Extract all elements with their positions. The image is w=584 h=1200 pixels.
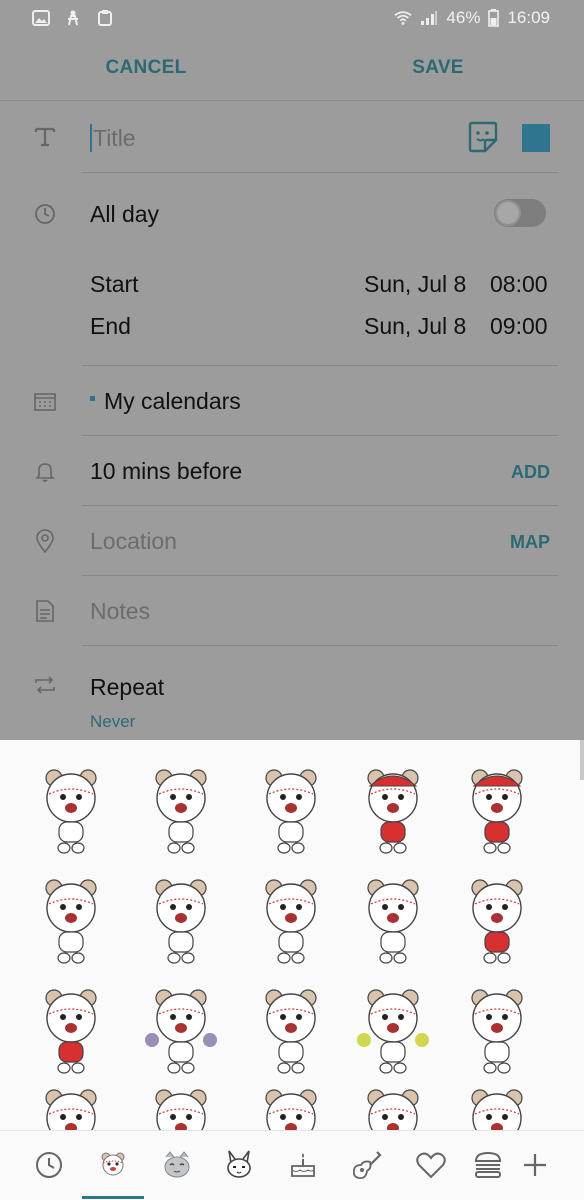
start-date[interactable]: Sun, Jul 8 <box>364 271 466 298</box>
clock-icon <box>30 199 60 229</box>
clipboard-notification-icon <box>98 10 112 26</box>
bear-shocked-gloom-sticker[interactable] <box>140 984 222 1084</box>
title-input[interactable]: Title <box>93 125 136 152</box>
scrollbar[interactable] <box>580 740 584 780</box>
bear-angry-burst-sticker[interactable] <box>30 874 112 974</box>
bear-dancing-sticker[interactable] <box>456 874 538 974</box>
end-label: End <box>90 313 131 339</box>
cake-pack-icon[interactable] <box>278 1141 328 1189</box>
bell-icon <box>30 456 60 486</box>
bear-laughing-sticker[interactable] <box>140 874 222 974</box>
location-pin-icon <box>30 526 60 556</box>
calendar-color-dot <box>90 396 95 401</box>
sticker-grid <box>0 740 584 1130</box>
bear-reindeer-sticker[interactable] <box>352 1084 434 1130</box>
time-section: All day Start Sun, Jul 8 08:00 End Sun, … <box>0 173 584 353</box>
bear-christmas-tree-sticker[interactable] <box>250 1084 332 1130</box>
map-button[interactable]: MAP <box>510 532 550 553</box>
sticker-tab-bar <box>0 1130 584 1200</box>
bear-crying-sticker[interactable] <box>30 984 112 1084</box>
bear-jumping-sticker[interactable] <box>250 874 332 974</box>
calendar-icon <box>30 386 60 416</box>
battery-icon <box>488 9 500 27</box>
recent-icon[interactable] <box>24 1141 74 1189</box>
status-bar: 46% 16:09 <box>0 0 584 36</box>
end-date[interactable]: Sun, Jul 8 <box>364 313 466 340</box>
repeat-value: Never <box>90 712 136 731</box>
bear-winking-sticker[interactable] <box>30 1084 112 1130</box>
repeat-icon <box>30 670 60 700</box>
start-time[interactable]: 08:00 <box>490 271 548 298</box>
bear-red-cap-cheering-sticker[interactable] <box>456 764 538 864</box>
location-input[interactable]: Location <box>90 528 177 555</box>
sticker-icon[interactable] <box>466 120 500 154</box>
text-icon <box>30 121 60 151</box>
bear-sneaking-sticker[interactable] <box>456 984 538 1084</box>
notes-row: Notes <box>0 576 584 646</box>
clock: 16:09 <box>507 8 550 27</box>
signal-icon <box>421 11 438 25</box>
repeat-label: Repeat <box>90 674 165 700</box>
bear-waving-sticker[interactable] <box>30 764 112 864</box>
reminder-label[interactable]: 10 mins before <box>90 458 242 485</box>
heart-pack-icon[interactable] <box>406 1141 456 1189</box>
wifi-icon <box>394 11 413 25</box>
person-notification-icon <box>68 10 78 26</box>
notes-icon <box>30 596 60 626</box>
bear-chef-sticker[interactable] <box>140 764 222 864</box>
end-time[interactable]: 09:00 <box>490 313 548 340</box>
bunny-pack-icon[interactable] <box>214 1141 264 1189</box>
all-day-toggle[interactable] <box>494 199 546 227</box>
burger-pack-icon[interactable] <box>470 1141 506 1189</box>
save-button[interactable]: SAVE <box>292 57 584 79</box>
add-icon[interactable] <box>510 1141 560 1189</box>
bear-grinning-sticker[interactable] <box>352 874 434 974</box>
battery-percent: 46% <box>446 8 481 27</box>
bear-teary-sticker[interactable] <box>140 1084 222 1130</box>
start-label: Start <box>90 271 139 297</box>
repeat-row[interactable]: Repeat Never <box>0 646 584 740</box>
all-day-label: All day <box>90 201 160 227</box>
add-reminder-button[interactable]: ADD <box>511 462 550 483</box>
reminder-row: 10 mins before ADD <box>0 436 584 506</box>
event-color-button[interactable] <box>522 124 550 152</box>
toggle-knob <box>495 200 521 226</box>
bear-hearts-sticker[interactable] <box>456 1084 538 1130</box>
action-bar: CANCEL SAVE <box>0 36 584 100</box>
guitar-pack-icon[interactable] <box>342 1141 392 1189</box>
cancel-button[interactable]: CANCEL <box>0 57 292 79</box>
bear-pair-laughing-sticker[interactable] <box>250 764 332 864</box>
bear-pompoms-sticker[interactable] <box>352 984 434 1084</box>
calendar-label: My calendars <box>104 388 241 414</box>
bear-red-cap-sticker[interactable] <box>352 764 434 864</box>
text-cursor <box>90 124 92 152</box>
notes-input[interactable]: Notes <box>90 598 150 625</box>
location-row: Location MAP <box>0 506 584 576</box>
gallery-notification-icon <box>32 10 50 26</box>
cat-pack-icon[interactable] <box>152 1141 202 1189</box>
active-tab-indicator <box>82 1196 144 1199</box>
bear-rolling-laughing-sticker[interactable] <box>250 984 332 1084</box>
bear-pack-icon[interactable] <box>88 1141 138 1189</box>
calendar-row[interactable]: My calendars <box>0 366 584 436</box>
